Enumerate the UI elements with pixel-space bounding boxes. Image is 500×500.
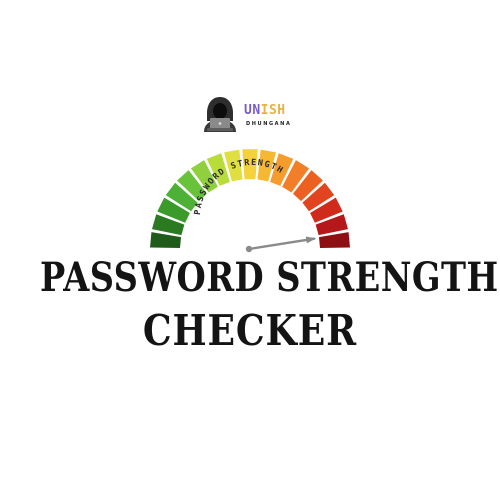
gauge-segment: [150, 232, 182, 248]
brand-name-part-1: UN: [244, 103, 261, 118]
page-title-line-2: CHECKER: [142, 306, 358, 355]
gauge-needle-hub: [245, 245, 253, 253]
strength-gauge: PASSWORD STRENGTH: [150, 149, 350, 253]
brand-name-part-2: ISH: [260, 103, 286, 118]
brand-logo: UNISH DHUNGANA: [200, 94, 310, 140]
brand-name: UNISH: [244, 104, 286, 117]
brand-subtitle: DHUNGANA: [246, 121, 292, 127]
gauge-segment: [318, 232, 350, 248]
page: UNISH DHUNGANA PASSWORD STRENGTH PASSWOR…: [0, 0, 500, 500]
page-title-line-1: PASSWORD STRENGTH: [40, 254, 499, 301]
hooded-hacker-laptop-icon: [204, 97, 236, 132]
gauge-needle: [245, 236, 317, 253]
